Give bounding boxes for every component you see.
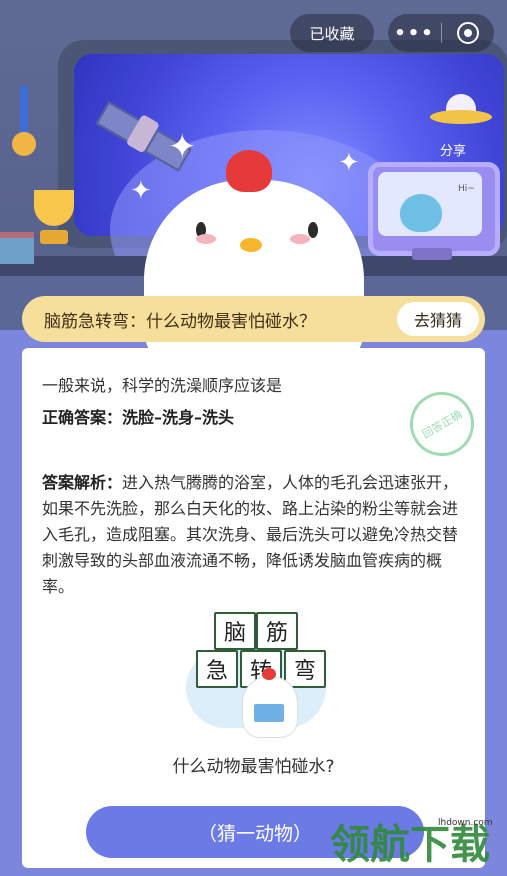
guess-button[interactable]: 去猜猜 xyxy=(397,302,479,336)
word-tile: 弯 xyxy=(284,650,326,688)
favorite-button[interactable]: 已收藏 xyxy=(290,14,374,52)
question-banner: 脑筋急转弯：什么动物最害怕碰水？ 去猜猜 xyxy=(22,296,485,342)
chicken-comb xyxy=(226,150,272,192)
target-close-icon xyxy=(456,22,479,44)
page: ✦ ✦ ✦ Hi~ 分享 已收藏 ••• 脑筋急转弯：什么动物最害怕碰水？ 去猜… xyxy=(0,0,507,876)
question-lead: 一般来说，科学的洗澡顺序应该是 xyxy=(42,376,283,395)
more-dots-icon[interactable]: ••• xyxy=(389,23,441,44)
tv-stand xyxy=(412,248,452,260)
question-text: 脑筋急转弯：什么动物最害怕碰水？ xyxy=(44,311,316,332)
word-tile: 筋 xyxy=(256,612,298,650)
chicken-beak xyxy=(240,238,262,252)
mini-program-capsule: ••• xyxy=(388,14,494,52)
sparkle-icon: ✦ xyxy=(130,176,152,206)
watermark-url: lhdown.com xyxy=(438,818,493,828)
word-tile: 急 xyxy=(196,650,238,688)
chicken-eye xyxy=(308,222,318,238)
books-icon xyxy=(0,232,34,264)
share-label[interactable]: 分享 xyxy=(440,140,466,159)
word-tile: 脑 xyxy=(214,612,256,650)
answer-label: 正确答案： xyxy=(42,408,123,427)
illustration-question: 什么动物最害怕碰水? xyxy=(172,757,335,777)
sparkle-icon: ✦ xyxy=(338,148,360,178)
share-ufo-icon[interactable] xyxy=(430,94,492,134)
answer-value: 洗脸–洗身–洗头 xyxy=(122,408,235,427)
tv-greeting: Hi~ xyxy=(458,184,475,194)
book-icon xyxy=(254,704,284,722)
close-button[interactable] xyxy=(442,22,494,44)
trophy-icon xyxy=(26,190,82,248)
alien-icon xyxy=(400,194,442,232)
chicken-cheek xyxy=(196,234,216,244)
answer-analysis: 答案解析：进入热气腾腾的浴室，人体的毛孔会迅速张开，如果不先洗脸，那么白天化的妆… xyxy=(42,470,472,600)
chicken-cheek xyxy=(290,234,310,244)
analysis-label: 答案解析： xyxy=(42,473,123,492)
medal-icon xyxy=(10,86,38,160)
sparkle-icon: ✦ xyxy=(168,127,197,167)
correct-answer: 正确答案：洗脸–洗身–洗头 xyxy=(42,404,234,428)
mini-chick-comb xyxy=(262,668,276,680)
